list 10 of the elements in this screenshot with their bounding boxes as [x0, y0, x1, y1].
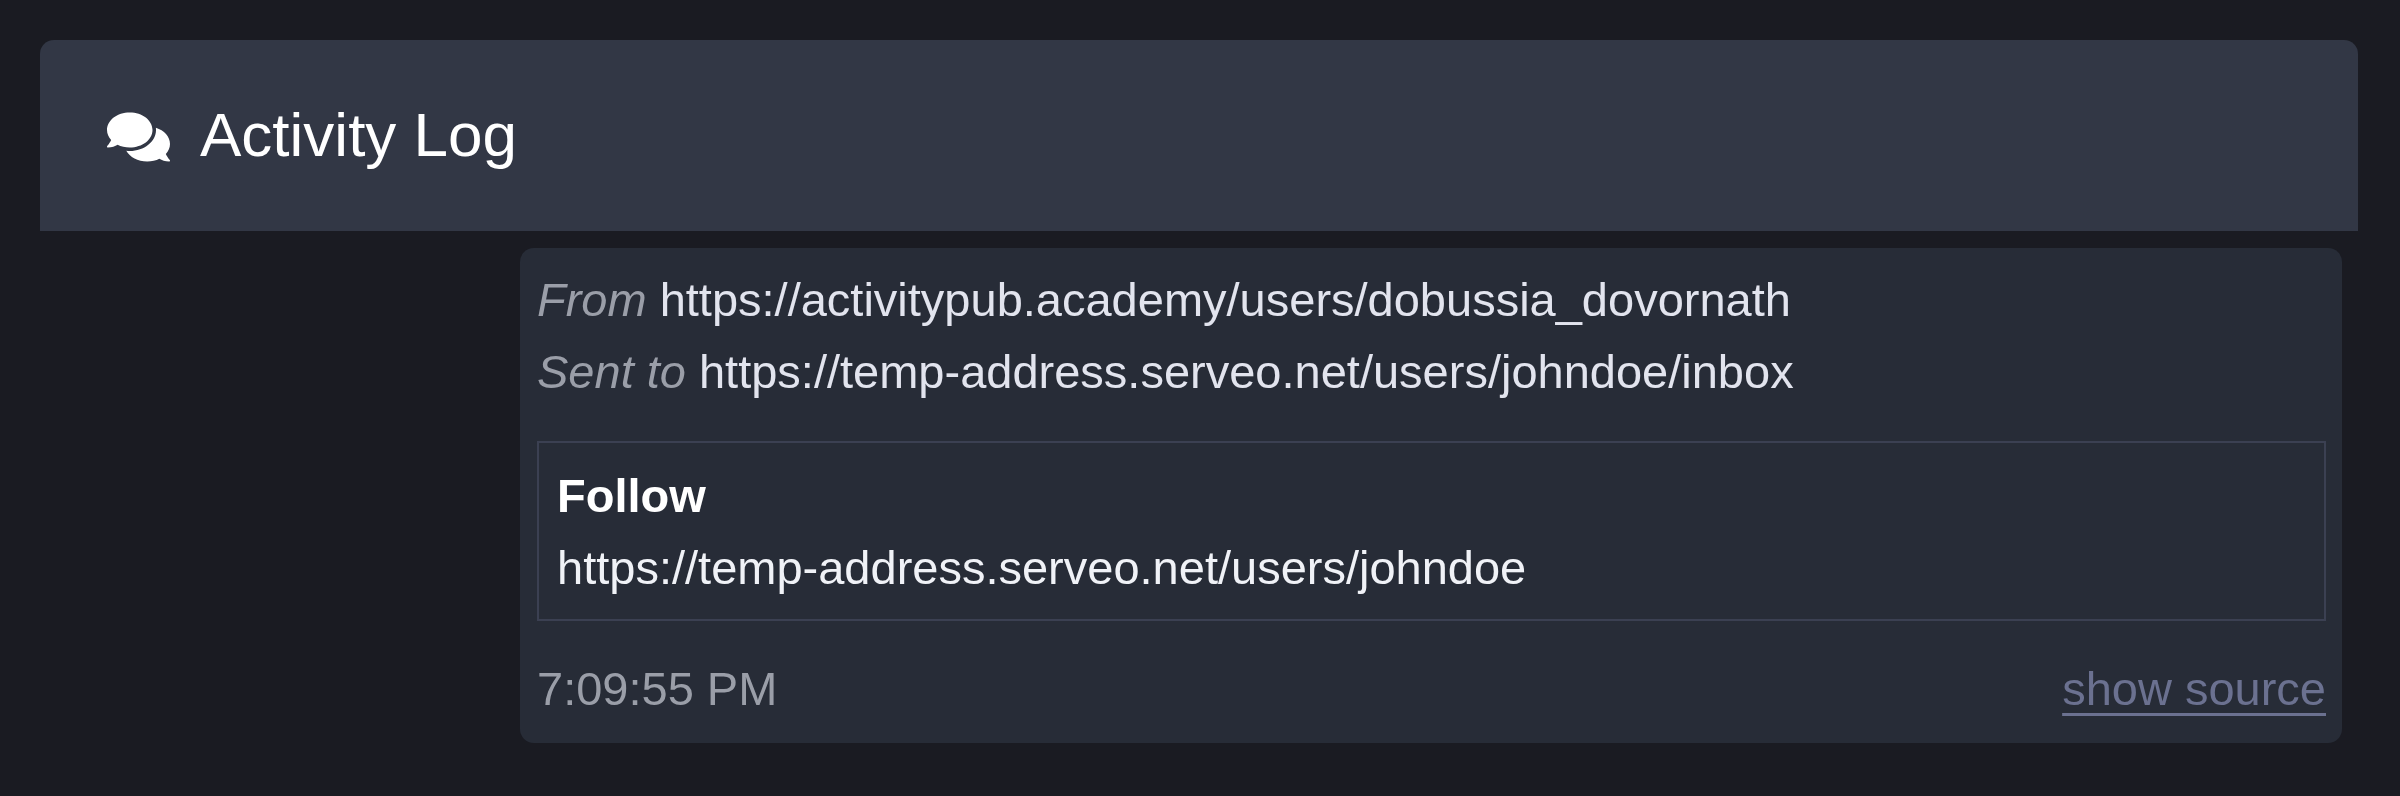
page-title: Activity Log: [200, 99, 518, 172]
recipient-url: https://temp-address.serveo.net/users/johndoe/inbox: [698, 344, 1794, 400]
sender-url: https://activitypub.academy/users/dobussia_dovornath: [659, 272, 1791, 328]
actor-url: https://temp-address.serveo.net/users/johndoe: [557, 540, 1527, 596]
speech-bubbles-icon: [107, 111, 170, 162]
activity-type: Follow: [557, 468, 706, 524]
sent-to-label: Sent to: [537, 344, 686, 400]
timestamp: 7:09:55 PM: [537, 661, 778, 717]
show-source-link[interactable]: show source: [2062, 653, 2326, 725]
from-label: From: [537, 272, 647, 328]
